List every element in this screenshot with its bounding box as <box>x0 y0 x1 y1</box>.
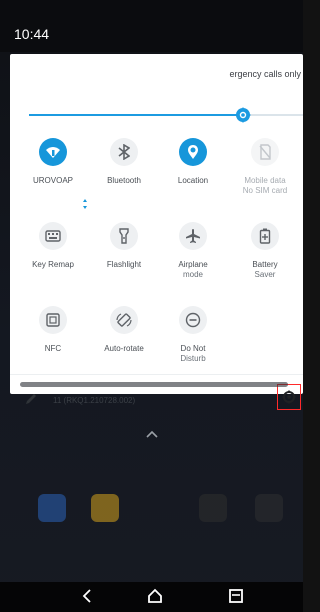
tile-sublabel: Disturb <box>180 354 206 363</box>
brightness-slider[interactable] <box>29 114 303 116</box>
tile-label: NFC <box>44 344 62 353</box>
location-icon[interactable] <box>179 138 207 166</box>
tile-label: Auto-rotate <box>104 344 144 353</box>
settings-app-icon <box>38 494 66 522</box>
tile-location[interactable]: Location <box>158 138 228 186</box>
tile-sublabel: No SIM card <box>242 186 288 195</box>
status-bar: 10:44 <box>0 0 303 52</box>
tile-label: Battery <box>252 260 278 269</box>
flashlight-icon[interactable] <box>110 222 138 250</box>
wifi-icon[interactable] <box>39 138 67 166</box>
tile-auto-rotate[interactable]: Auto-rotate <box>89 306 159 354</box>
tile-airplane-mode[interactable]: Airplane mode <box>158 222 228 280</box>
mobile-data-icon[interactable] <box>251 138 279 166</box>
keyboard-icon[interactable] <box>39 222 67 250</box>
quick-settings-panel: ergency calls only UROVOAP Bluetooth Loc… <box>10 54 303 410</box>
tile-label: Bluetooth <box>107 176 141 185</box>
tile-label: Airplane <box>178 260 208 269</box>
status-time: 10:44 <box>14 26 50 42</box>
tile-label: Mobile data <box>244 176 286 185</box>
tile-sublabel: mode <box>182 270 203 279</box>
build-number[interactable]: 11 (RKQ1.210728.002) <box>53 396 135 405</box>
tile-label: Do Not <box>180 344 206 353</box>
tile-label: Location <box>177 176 209 185</box>
tile-label: UROVOAP <box>32 176 73 185</box>
navigation-bar <box>0 582 303 612</box>
edit-icon[interactable] <box>24 392 38 406</box>
brightness-icon[interactable] <box>235 107 251 123</box>
wifi-expand-icon[interactable] <box>82 199 88 209</box>
tile-sublabel: Saver <box>254 270 276 279</box>
tile-flashlight[interactable]: Flashlight <box>89 222 159 270</box>
tile-battery-saver[interactable]: Battery Saver <box>230 222 300 280</box>
tile-mobile-data[interactable]: Mobile data No SIM card <box>230 138 300 196</box>
tile-do-not-disturb[interactable]: Do Not Disturb <box>158 306 228 364</box>
nfc-icon[interactable] <box>39 306 67 334</box>
bluetooth-icon[interactable] <box>110 138 138 166</box>
tile-nfc[interactable]: NFC <box>18 306 88 354</box>
tile-wifi[interactable]: UROVOAP <box>18 138 88 186</box>
battery-saver-icon[interactable] <box>251 222 279 250</box>
android-screen: 10:44 ergency calls only UROVOAP Bluetoo… <box>0 0 303 612</box>
chrome-app-icon <box>199 494 227 522</box>
home-icon[interactable] <box>146 587 164 605</box>
tile-label: Key Remap <box>32 260 74 269</box>
gear-icon[interactable] <box>282 390 296 404</box>
background-search-bar <box>20 382 288 387</box>
brightness-fill <box>29 114 243 116</box>
airplane-icon[interactable] <box>179 222 207 250</box>
settings-button[interactable] <box>277 384 301 410</box>
back-icon[interactable] <box>79 587 97 605</box>
recents-icon[interactable] <box>227 587 245 605</box>
emergency-calls-text: ergency calls only <box>229 69 301 79</box>
tile-bluetooth[interactable]: Bluetooth <box>89 138 159 186</box>
yellow-app-icon <box>91 494 119 522</box>
tile-label: Flashlight <box>106 260 142 269</box>
camera-app-icon <box>255 494 283 522</box>
tile-key-remap[interactable]: Key Remap <box>18 222 88 270</box>
chevron-up-icon <box>146 430 158 438</box>
footer-divider <box>10 374 303 375</box>
do-not-disturb-icon[interactable] <box>179 306 207 334</box>
auto-rotate-icon[interactable] <box>110 306 138 334</box>
